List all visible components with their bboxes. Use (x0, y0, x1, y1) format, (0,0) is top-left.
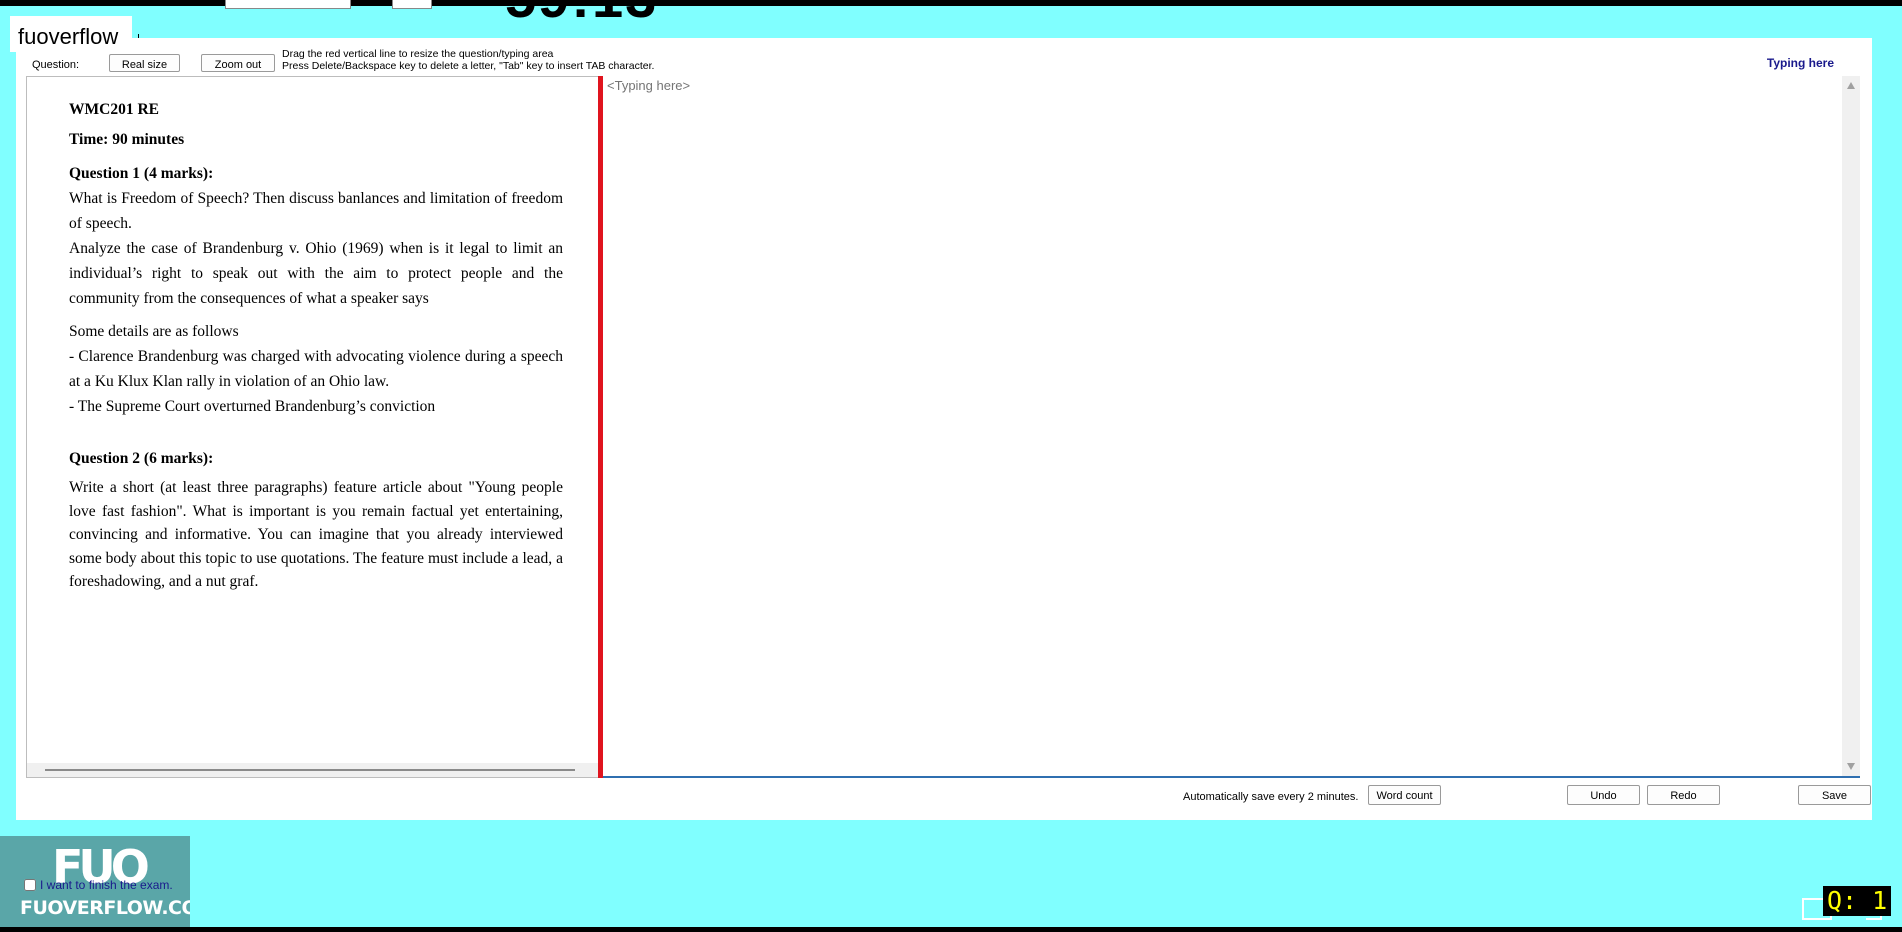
question-number-badge: Q: 1 (1823, 886, 1892, 916)
instructions-hint: Drag the red vertical line to resize the… (282, 48, 654, 72)
question-1-paragraph: What is Freedom of Speech? Then discuss … (69, 190, 563, 232)
question-content: WMC201 RE Time: 90 minutes Question 1 (4… (69, 97, 563, 594)
logo-text: FUOVERFLOW.COM (20, 897, 190, 919)
course-code: WMC201 RE (69, 101, 159, 118)
finish-exam-checkbox[interactable] (24, 879, 36, 891)
scrollbar-thumb[interactable] (45, 769, 575, 771)
redo-button[interactable]: Redo (1647, 785, 1720, 805)
question-label: Question: (32, 59, 80, 71)
question-1-detail: - Clarence Brandenburg was charged with … (69, 348, 563, 390)
question-horizontal-scrollbar[interactable] (27, 763, 598, 777)
typing-vertical-scrollbar[interactable] (1842, 76, 1860, 776)
real-size-button[interactable]: Real size (109, 54, 180, 72)
hint-line-1: Drag the red vertical line to resize the… (282, 48, 554, 60)
question-1-detail: - The Supreme Court overturned Brandenbu… (69, 398, 436, 415)
typing-area-title: Typing here (1766, 56, 1834, 70)
question-1-title: Question 1 (4 marks): (69, 165, 214, 182)
question-pane[interactable]: WMC201 RE Time: 90 minutes Question 1 (4… (26, 76, 598, 778)
finish-exam-label: I want to finish the exam. (40, 878, 173, 892)
countdown-timer: 59:13 (505, 0, 658, 26)
typing-pane (603, 76, 1860, 778)
undo-button[interactable]: Undo (1567, 785, 1640, 805)
question-1-paragraph: Analyze the case of Brandenburg v. Ohio … (69, 240, 563, 307)
question-2-paragraph: Write a short (at least three paragraphs… (69, 479, 563, 590)
scroll-down-icon[interactable] (1847, 763, 1855, 770)
scroll-up-icon[interactable] (1847, 82, 1855, 89)
question-toolbar: Question: Real size Zoom out Drag the re… (16, 38, 1872, 74)
top-field-right (392, 0, 432, 9)
finish-exam-row[interactable]: I want to finish the exam. (24, 878, 173, 892)
answer-textarea[interactable] (603, 76, 1840, 776)
word-count-button[interactable]: Word count (1368, 785, 1441, 805)
question-1-paragraph: Some details are as follows (69, 323, 239, 340)
save-button[interactable]: Save (1798, 785, 1871, 805)
top-field-left (225, 0, 351, 9)
hint-line-2: Press Delete/Backspace key to delete a l… (282, 60, 655, 72)
exam-window: Question: Real size Zoom out Drag the re… (16, 38, 1872, 820)
autosave-notice: Automatically save every 2 minutes. (1183, 791, 1359, 803)
exam-time: Time: 90 minutes (69, 131, 185, 148)
zoom-out-button[interactable]: Zoom out (201, 54, 275, 72)
watermark-tag: fuoverflow (10, 16, 133, 52)
question-2-title: Question 2 (6 marks): (69, 450, 214, 467)
bottom-black-bar (0, 927, 1902, 932)
